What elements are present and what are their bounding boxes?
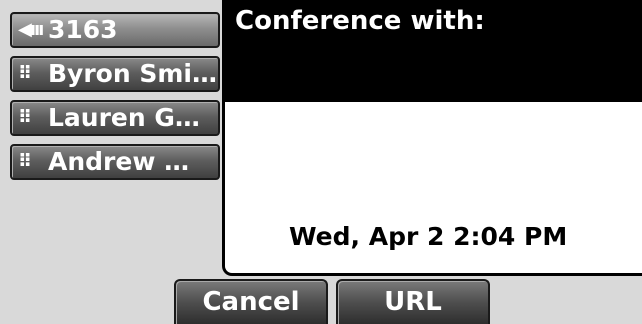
contact-grid-icon: ⠿ bbox=[18, 107, 32, 128]
conference-title: Conference with: bbox=[235, 6, 485, 36]
contact-grid-icon: ⠿ bbox=[18, 151, 32, 172]
url-button[interactable]: URL bbox=[336, 279, 490, 324]
line-key-label: Andrew … bbox=[48, 147, 190, 176]
line-key-andrew[interactable]: ⠿ Andrew … bbox=[10, 144, 220, 180]
phone-screen: ◀ııı 3163 ⠿ Byron Smi… ⠿ Lauren G… ⠿ Andrew … bbox=[0, 0, 642, 324]
line-key-label: Lauren G… bbox=[48, 103, 200, 132]
call-panel: Conference with: Wed, Apr 2 2:04 PM bbox=[222, 0, 642, 276]
line-key-label: Byron Smi… bbox=[48, 59, 217, 88]
call-header: Conference with: bbox=[225, 0, 642, 102]
date-time-display: Wed, Apr 2 2:04 PM bbox=[289, 222, 568, 251]
cancel-button[interactable]: Cancel bbox=[174, 279, 328, 324]
line-key-lauren-g[interactable]: ⠿ Lauren G… bbox=[10, 100, 220, 136]
line-key-byron-smith[interactable]: ⠿ Byron Smi… bbox=[10, 56, 220, 92]
speaker-volume-icon: ◀ııı bbox=[18, 19, 44, 40]
line-key-3163[interactable]: ◀ııı 3163 bbox=[10, 12, 220, 48]
contact-grid-icon: ⠿ bbox=[18, 63, 32, 84]
line-key-list: ◀ııı 3163 ⠿ Byron Smi… ⠿ Lauren G… ⠿ Andrew … bbox=[10, 12, 220, 188]
line-key-label: 3163 bbox=[48, 15, 118, 44]
